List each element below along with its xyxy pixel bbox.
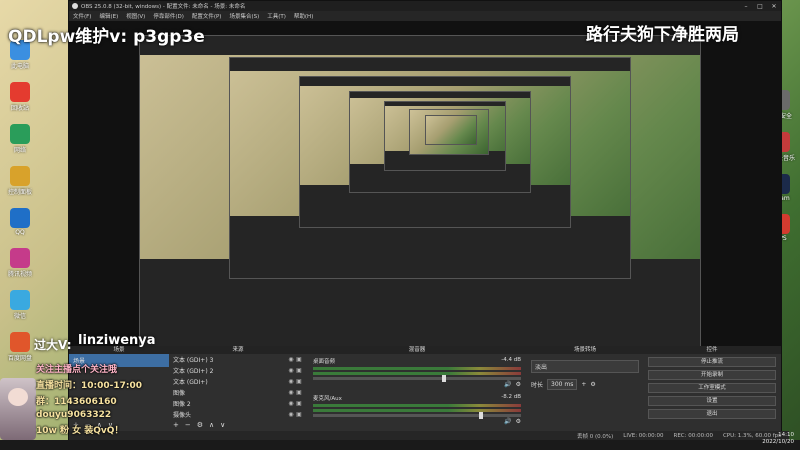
menu-view[interactable]: 视图(V) (126, 12, 145, 20)
source-item[interactable]: 文本 (GDI+) 2 ◉ ▣ (169, 365, 307, 376)
maximize-icon[interactable]: □ (753, 3, 767, 10)
title-bar[interactable]: OBS 25.0.8 (32-bit, windows) - 配置文件: 未命名… (69, 1, 781, 11)
overlay-text-top-right: 路行夫狗下净胜两局 (586, 25, 739, 45)
start-recording-button[interactable]: 开始录制 (648, 370, 776, 380)
desktop-icons-left: 此电脑 回收站 网络 控制面板 QQ 腾讯视频 微信 百度网盘 (6, 40, 66, 374)
desktop-icon[interactable]: 百度网盘 (6, 332, 34, 362)
volume-meter (313, 409, 521, 412)
menu-file[interactable]: 文件(F) (73, 12, 91, 20)
dock-area: 场景 场景 + − ∧ ∨ 来源 文本 (GDI+) 3 ◉ ▣ 文本 (GDI+)… (69, 346, 781, 431)
volume-meter (313, 404, 521, 407)
menu-docks[interactable]: 停靠部件(D) (153, 12, 184, 20)
eye-icon[interactable]: ◉ (287, 411, 295, 418)
controls-dock: 控件 停止推流 开始录制 工作室模式 设置 退出 (643, 346, 781, 431)
eye-icon[interactable]: ◉ (287, 367, 295, 374)
duration-input[interactable]: 300 ms (547, 379, 578, 390)
move-down-icon[interactable]: ∨ (220, 421, 225, 429)
desktop-icon[interactable]: 微信 (6, 290, 34, 320)
exit-button[interactable]: 退出 (648, 409, 776, 419)
menu-tools[interactable]: 工具(T) (267, 12, 286, 20)
stop-streaming-button[interactable]: 停止推流 (648, 357, 776, 367)
desktop-icon[interactable]: 回收站 (6, 82, 34, 112)
lock-icon[interactable]: ▣ (295, 389, 303, 396)
overlay-promo: 关注主播点个关注哦 直播时间：10:00-17:00 群：1143606160 … (36, 365, 143, 436)
mixer-channel-mic: 麦克风/Aux -8.2 dB 🔊 ⚙ (313, 394, 521, 425)
desktop-icon[interactable]: 腾讯视频 (6, 248, 34, 278)
minimize-icon[interactable]: – (739, 3, 753, 10)
transitions-dock: 场景转场 淡出 时长 300 ms + ⚙ (527, 346, 644, 431)
studio-mode-button[interactable]: 工作室模式 (648, 383, 776, 393)
source-item[interactable]: 文本 (GDI+) 3 ◉ ▣ (169, 354, 307, 365)
lock-icon[interactable]: ▣ (295, 411, 303, 418)
transition-select[interactable]: 淡出 (531, 360, 639, 373)
taskbar-clock[interactable]: 14:10 2022/10/20 (762, 432, 794, 446)
eye-icon[interactable]: ◉ (287, 378, 295, 385)
nested-preview (425, 115, 477, 145)
obs-logo-icon (72, 3, 78, 9)
preview-canvas[interactable] (69, 21, 781, 346)
gear-icon[interactable]: ⚙ (197, 421, 203, 429)
speaker-icon[interactable]: 🔊 (504, 418, 511, 425)
desktop-icon[interactable]: 网络 (6, 124, 34, 154)
gear-icon[interactable]: ⚙ (516, 418, 521, 425)
volume-slider[interactable] (313, 412, 521, 419)
eye-icon[interactable]: ◉ (287, 356, 295, 363)
settings-button[interactable]: 设置 (648, 396, 776, 406)
move-up-icon[interactable]: ∧ (209, 421, 214, 429)
rec-timer: REC: 00:00:00 (673, 433, 713, 439)
menu-edit[interactable]: 编辑(E) (99, 12, 118, 20)
dropped-frames: 丢帧 0 (0.0%) (577, 434, 614, 440)
window-title: OBS 25.0.8 (32-bit, windows) - 配置文件: 未命名… (81, 4, 246, 10)
obs-window: OBS 25.0.8 (32-bit, windows) - 配置文件: 未命名… (68, 0, 789, 442)
overlay-text-side: 过大V: (34, 338, 72, 352)
source-item[interactable]: 图像 ◉ ▣ (169, 387, 307, 398)
source-item[interactable]: 摄像头 ◉ ▣ (169, 409, 307, 420)
volume-slider[interactable] (313, 375, 521, 382)
remove-icon[interactable]: − (185, 421, 191, 429)
volume-meter (313, 367, 521, 370)
speaker-icon[interactable]: 🔊 (504, 381, 511, 388)
lock-icon[interactable]: ▣ (295, 356, 303, 363)
lock-icon[interactable]: ▣ (295, 400, 303, 407)
desktop-icon[interactable]: 控制面板 (6, 166, 34, 196)
add-icon[interactable]: + (173, 421, 179, 429)
sources-toolbar: + − ⚙ ∧ ∨ (173, 421, 225, 429)
volume-meter (313, 372, 521, 375)
menu-help[interactable]: 帮助(H) (294, 12, 313, 20)
overlay-streamer-name: linziwenya (78, 333, 156, 348)
mixer-dock: 混音器 桌面音频 -4.4 dB 🔊 ⚙ 麦克风/Aux -8.2 dB 🔊 ⚙ (307, 346, 528, 431)
desktop-icon[interactable]: QQ (6, 208, 34, 236)
eye-icon[interactable]: ◉ (287, 389, 295, 396)
menu-scene-collection[interactable]: 场景集合(S) (229, 12, 259, 20)
eye-icon[interactable]: ◉ (287, 400, 295, 407)
menu-profile[interactable]: 配置文件(P) (192, 12, 222, 20)
mixer-channel-desktop: 桌面音频 -4.4 dB 🔊 ⚙ (313, 357, 521, 388)
add-icon[interactable]: + (581, 381, 586, 388)
source-item[interactable]: 文本 (GDI+) ◉ ▣ (169, 376, 307, 387)
close-icon[interactable]: ✕ (767, 3, 781, 10)
lock-icon[interactable]: ▣ (295, 367, 303, 374)
overlay-text-top-left: QDLpw维护v: p3gp3e (8, 27, 205, 47)
streamer-avatar (0, 378, 36, 440)
gear-icon[interactable]: ⚙ (590, 381, 595, 388)
sources-dock: 来源 文本 (GDI+) 3 ◉ ▣ 文本 (GDI+) 2 ◉ ▣ 文本 (GDI+)… (169, 346, 308, 431)
source-item[interactable]: 图像 2 ◉ ▣ (169, 398, 307, 409)
live-timer: LIVE: 00:00:00 (623, 433, 664, 439)
taskbar (0, 440, 800, 450)
gear-icon[interactable]: ⚙ (516, 381, 521, 388)
lock-icon[interactable]: ▣ (295, 378, 303, 385)
